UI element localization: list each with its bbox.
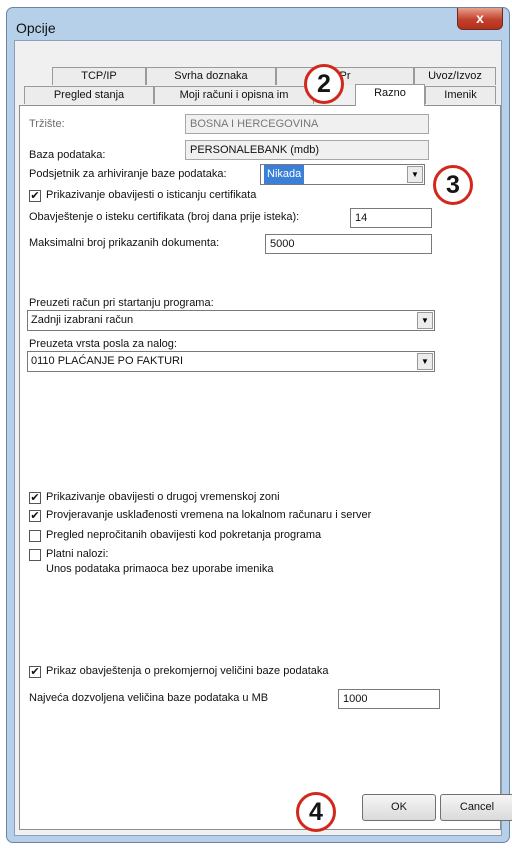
neprocitane-label: Pregled nepročitanih obavijesti kod pokr… (46, 529, 322, 541)
callout-4: 4 (296, 792, 336, 832)
trziste-label: Tržište: (29, 118, 65, 130)
velicina-baze-checkbox[interactable]: ✔ (29, 666, 41, 678)
obavjestenje-label: Obavještenje o isteku certifikata (broj … (29, 211, 300, 223)
callout-2: 2 (304, 64, 344, 104)
tab-pr[interactable]: Pr (276, 67, 414, 85)
max-dokumenata-input[interactable]: 5000 (265, 234, 432, 254)
razno-panel: Tržište: BOSNA I HERCEGOVINA Baza podata… (19, 105, 512, 830)
tab-imenik[interactable]: Imenik (425, 86, 496, 104)
cancel-button[interactable]: Cancel (440, 794, 512, 821)
vrsta-posla-value: 0110 PLAĆANJE PO FAKTURI (31, 355, 184, 367)
ok-button[interactable]: OK (362, 794, 436, 821)
platni-nalozi-sublabel: Unos podataka primaoca bez uporabe imeni… (46, 563, 274, 575)
velicina-baze-label: Prikaz obavještenja o prekomjernoj velič… (46, 665, 329, 677)
vremenska-zona-checkbox[interactable]: ✔ (29, 492, 41, 504)
vrsta-posla-label: Preuzeta vrsta posla za nalog: (29, 338, 177, 350)
tab-moji-racuni[interactable]: Moji računi i opisna im (154, 86, 314, 104)
baza-field: PERSONALEBANK (mdb) (185, 140, 429, 160)
vremenska-zona-label: Prikazivanje obavijesti o drugoj vremens… (46, 491, 280, 503)
podsjetnik-select[interactable]: Nikada ▼ (260, 164, 425, 185)
podsjetnik-value: Nikada (264, 165, 305, 184)
uskladenost-label: Provjeravanje usklađenosti vremena na lo… (46, 509, 372, 521)
preuzeti-racun-label: Preuzeti račun pri startanju programa: (29, 297, 214, 309)
max-velicina-label: Najveća dozvoljena veličina baze podatak… (29, 692, 269, 704)
certifikat-checkbox[interactable]: ✔ (29, 190, 41, 202)
certifikat-label: Prikazivanje obavijesti o isticanju cert… (46, 189, 257, 201)
platni-nalozi-checkbox[interactable] (29, 549, 41, 561)
podsjetnik-label: Podsjetnik za arhiviranje baze podataka: (29, 168, 227, 180)
window-title: Opcije (16, 20, 56, 36)
close-button[interactable]: x (457, 8, 503, 30)
vrsta-posla-select[interactable]: 0110 PLAĆANJE PO FAKTURI ▼ (27, 351, 435, 372)
chevron-down-icon[interactable]: ▼ (417, 312, 433, 329)
max-dokumenata-label: Maksimalni broj prikazanih dokumenta: (29, 237, 220, 249)
preuzeti-racun-value: Zadnji izabrani račun (31, 314, 134, 326)
neprocitane-checkbox[interactable] (29, 530, 41, 542)
tab-pregled-stanja[interactable]: Pregled stanja (24, 86, 154, 104)
trziste-field: BOSNA I HERCEGOVINA (185, 114, 429, 134)
chevron-down-icon[interactable]: ▼ (407, 166, 423, 183)
uskladenost-checkbox[interactable]: ✔ (29, 510, 41, 522)
callout-3: 3 (433, 165, 473, 205)
tab-svrha-doznaka[interactable]: Svrha doznaka (146, 67, 276, 85)
chevron-down-icon[interactable]: ▼ (417, 353, 433, 370)
tab-tcpip[interactable]: TCP/IP (52, 67, 146, 85)
baza-label: Baza podataka: (29, 149, 106, 161)
preuzeti-racun-select[interactable]: Zadnji izabrani račun ▼ (27, 310, 435, 331)
platni-nalozi-label: Platni nalozi: (46, 548, 109, 560)
options-dialog: Opcije x TCP/IP Svrha doznaka Pr Uvoz/Iz… (6, 7, 512, 843)
tab-razno[interactable]: Razno (355, 84, 425, 106)
max-velicina-input[interactable]: 1000 (338, 689, 440, 709)
obavjestenje-input[interactable]: 14 (350, 208, 432, 228)
tab-uvoz-izvoz[interactable]: Uvoz/Izvoz (414, 67, 496, 85)
